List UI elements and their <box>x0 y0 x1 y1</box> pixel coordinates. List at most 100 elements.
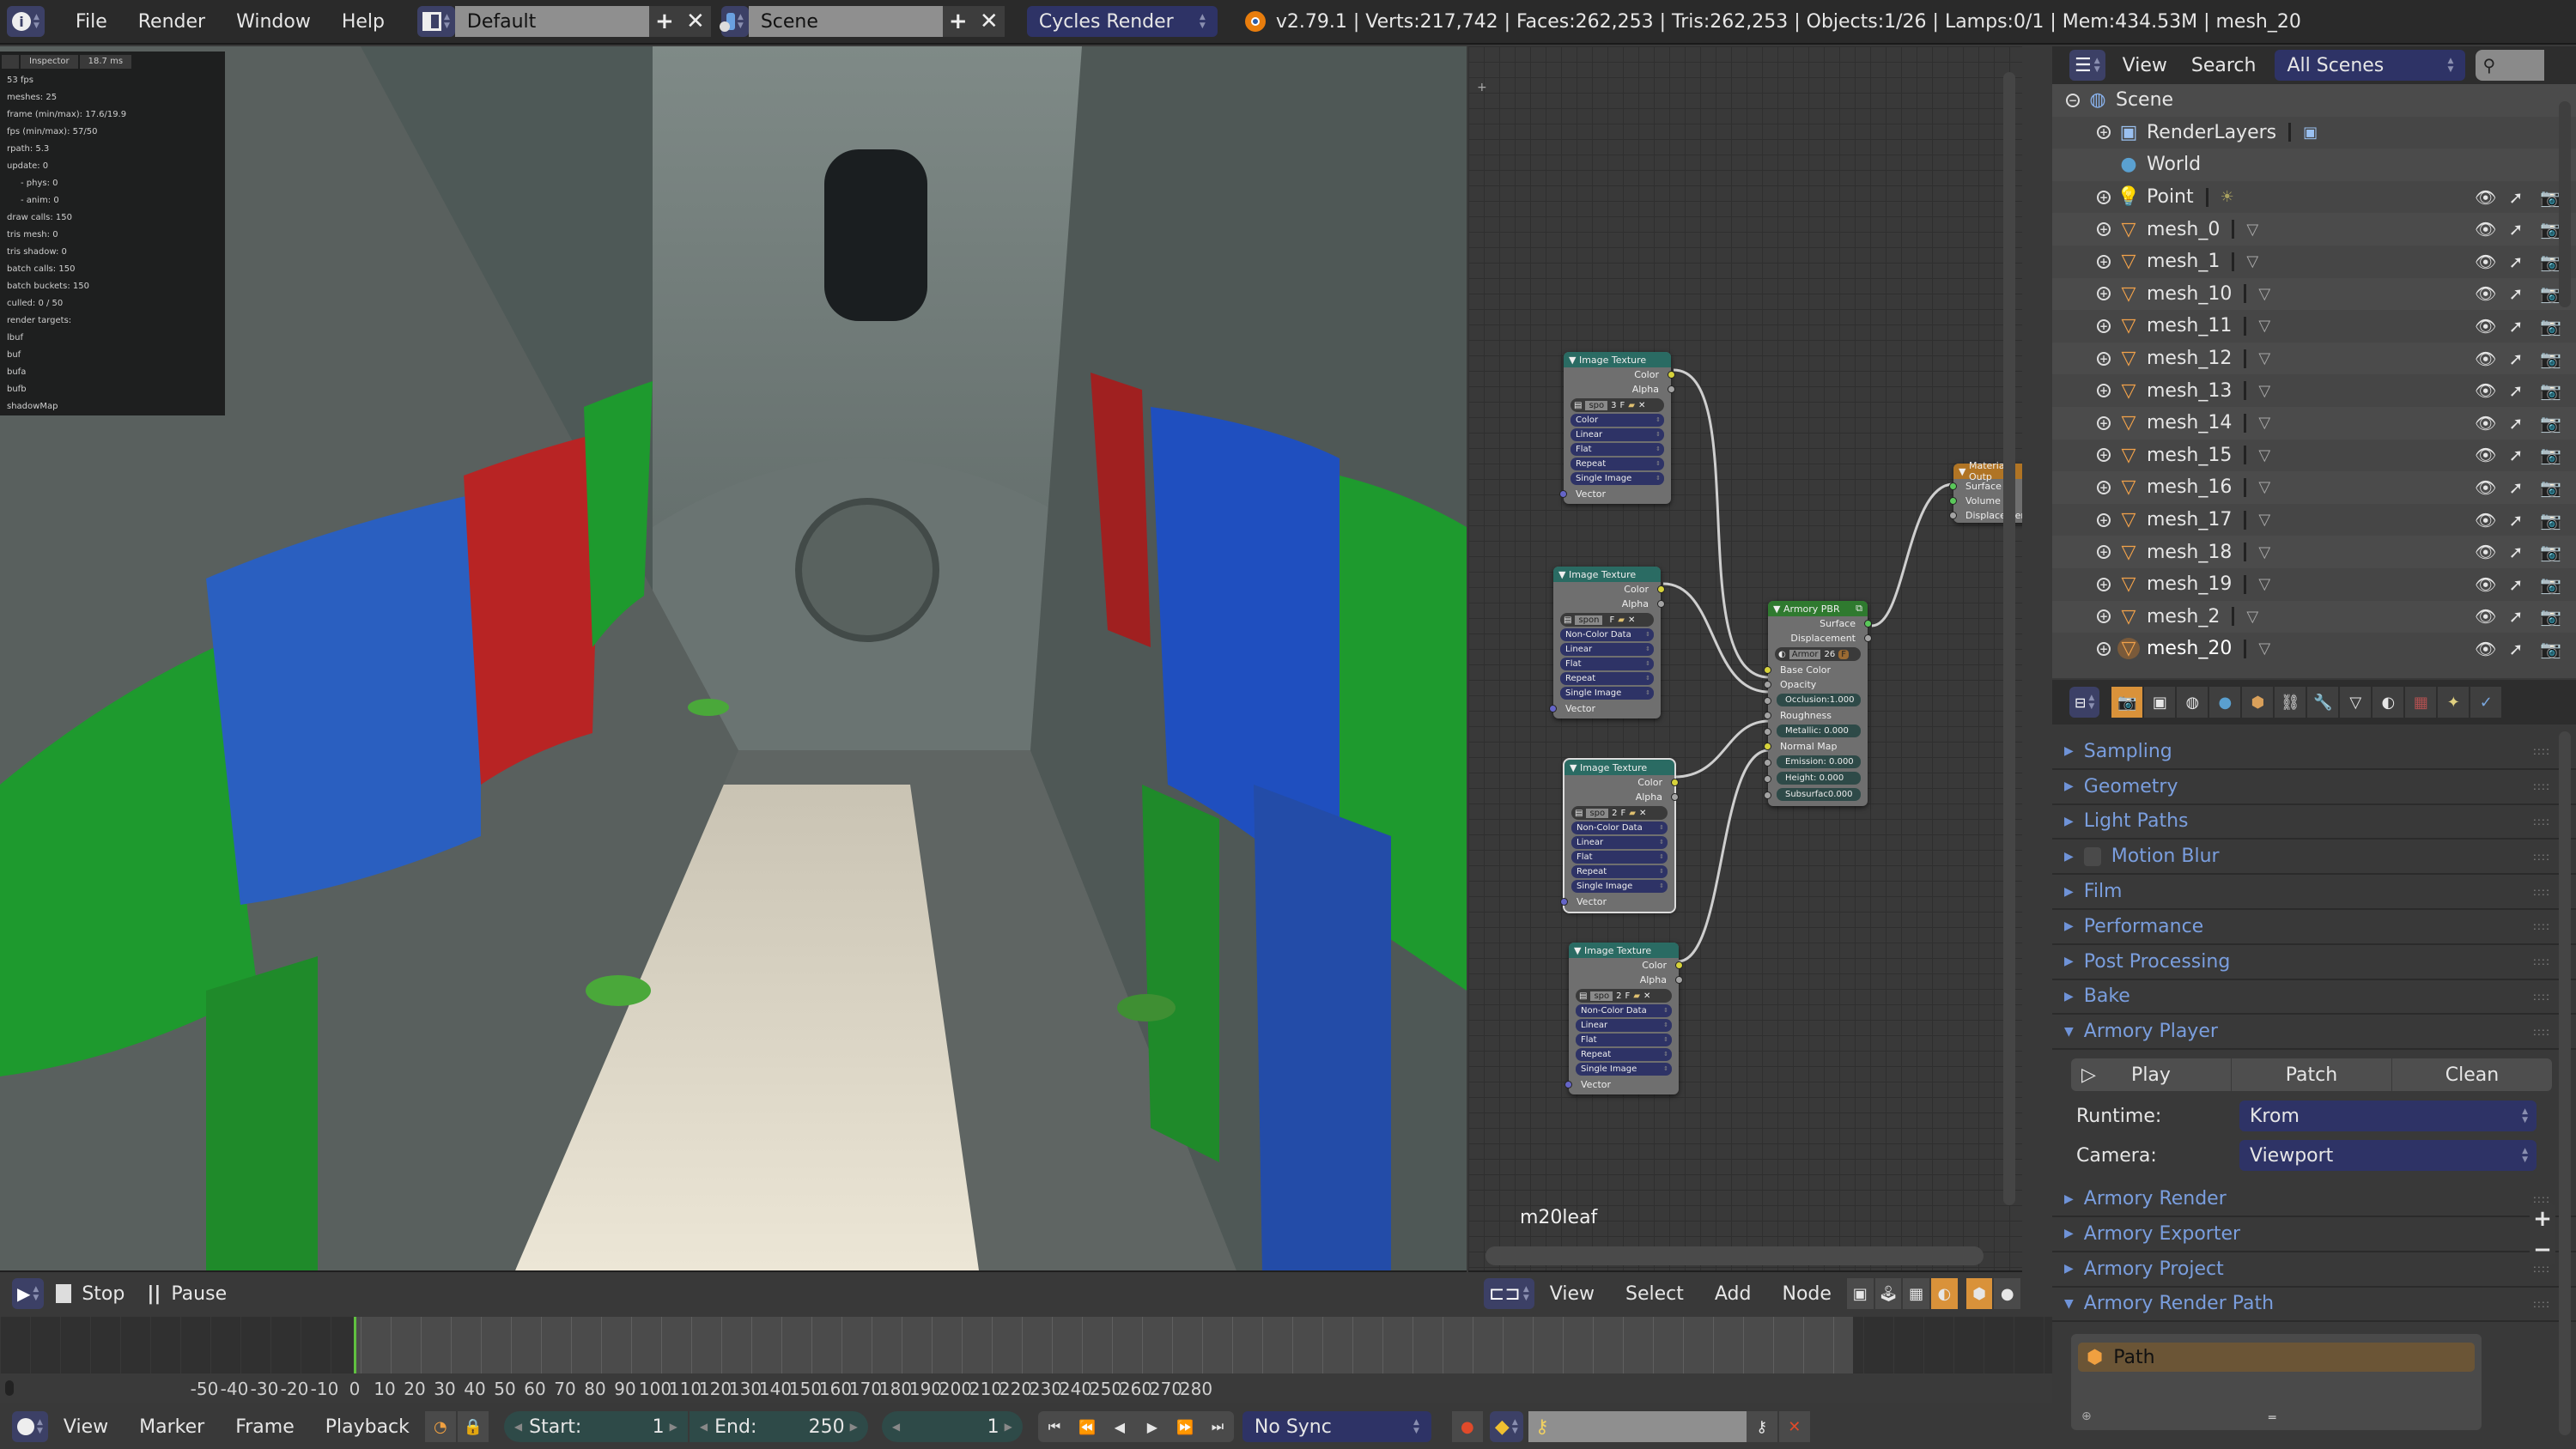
tab-data[interactable]: ▽ <box>2340 687 2372 718</box>
lock-range-button[interactable]: 🔒 <box>457 1411 489 1442</box>
render-camera-icon[interactable]: 📷 <box>2540 252 2561 272</box>
menu-help[interactable]: Help <box>326 11 400 33</box>
play-button[interactable]: ▶ <box>1136 1411 1169 1442</box>
eye-icon[interactable]: 👁 <box>2475 380 2496 401</box>
drag-handle-icon[interactable]: :::: <box>2533 815 2550 828</box>
open-file-icon[interactable]: ▰ <box>1628 401 1635 410</box>
expand-icon[interactable]: + <box>2097 190 2111 204</box>
open-file-icon[interactable]: ▰ <box>1633 991 1640 1001</box>
outliner-row-renderlayers[interactable]: + ▣ RenderLayers ▣ <box>2052 117 2576 149</box>
insert-keyframe-button[interactable]: ⚷ <box>1746 1411 1777 1442</box>
scene-field[interactable]: Scene <box>748 6 943 37</box>
node-enum-option[interactable]: Repeat ⇕ <box>1576 1048 1672 1061</box>
eye-icon[interactable]: 👁 <box>2475 252 2496 272</box>
mesh-data-icon[interactable]: ▽ <box>2258 446 2270 464</box>
outliner-scrollbar[interactable] <box>2559 101 2571 307</box>
motion-blur-checkbox[interactable] <box>2083 846 2101 866</box>
image-selector[interactable]: ▤ spo 2 F ▰ ✕ <box>1571 806 1668 820</box>
socket-dot[interactable] <box>1549 705 1557 712</box>
expand-icon[interactable]: + <box>2097 609 2111 624</box>
outliner-row-mesh-14[interactable]: + ▽ mesh_14 ▽ 👁 ➚ 📷 <box>2052 406 2576 440</box>
tab-modifiers[interactable]: 🔧 <box>2307 687 2339 718</box>
screen-layout-selector[interactable]: ▲ ▼ <box>416 6 455 37</box>
search-field[interactable]: ⚲ <box>2476 50 2545 81</box>
start-frame-field[interactable]: ◀ Start: 1 ▶ <box>503 1411 688 1442</box>
eye-icon[interactable]: 👁 <box>2475 542 2496 562</box>
node-enum-option[interactable]: Color ⇕ <box>1571 414 1664 427</box>
scene-selector[interactable]: ▲ ▼ <box>719 6 749 37</box>
material-selector[interactable]: ◐ Armor 26 F <box>1775 647 1861 661</box>
open-file-icon[interactable]: ▰ <box>1618 615 1625 625</box>
panel-geometry[interactable]: ▶ Geometry:::: <box>2052 770 2576 805</box>
panel-post-processing[interactable]: ▶ Post Processing:::: <box>2052 945 2576 980</box>
patch-button[interactable]: Patch <box>2232 1058 2392 1092</box>
drag-handle-icon[interactable]: :::: <box>2533 920 2550 932</box>
render-camera-icon[interactable]: 📷 <box>2540 477 2561 498</box>
cursor-select-icon[interactable]: ➚ <box>2507 639 2524 659</box>
subsurface-field[interactable]: Subsurfac0.000 <box>1777 788 1861 801</box>
cursor-select-icon[interactable]: ➚ <box>2507 574 2524 595</box>
panel-film[interactable]: ▶ Film:::: <box>2052 875 2576 910</box>
socket-dot[interactable] <box>1668 371 1675 379</box>
fake-user-button[interactable]: F <box>1620 401 1625 410</box>
render-camera-icon[interactable]: 📷 <box>2540 187 2561 208</box>
panel-armory-render[interactable]: ▶ Armory Render:::: <box>2052 1182 2576 1217</box>
eye-icon[interactable]: 👁 <box>2475 283 2496 304</box>
point-lamp-data-icon[interactable]: ☀ <box>2221 188 2234 206</box>
cursor-select-icon[interactable]: ➚ <box>2507 219 2524 239</box>
tab-object[interactable]: ⬢ <box>2242 687 2274 718</box>
eye-icon[interactable]: 👁 <box>2475 187 2496 208</box>
socket-dot[interactable] <box>1675 961 1683 969</box>
properties-scrollbar[interactable] <box>2559 731 2571 1435</box>
cursor-select-icon[interactable]: ➚ <box>2507 510 2524 530</box>
socket-dot[interactable] <box>1657 585 1665 593</box>
timeline[interactable]: -50 -40 -30 -20 -10 0 10 20 30 40 50 60 70 80 90 100 110… <box>0 1317 2052 1403</box>
cursor-select-icon[interactable]: ➚ <box>2507 413 2524 433</box>
menu-render[interactable]: Render <box>123 11 221 33</box>
drag-handle-icon[interactable]: :::: <box>2533 1298 2550 1310</box>
render-camera-icon[interactable]: 📷 <box>2540 542 2561 562</box>
image-selector[interactable]: ▤ spon F ▰ ✕ <box>1560 613 1654 627</box>
expand-icon[interactable]: + <box>2097 254 2111 269</box>
close-icon[interactable]: ✕ <box>1643 991 1650 1001</box>
menu-view[interactable]: View <box>2105 55 2179 76</box>
fake-user-button[interactable]: F <box>1621 809 1626 818</box>
expand-icon[interactable]: + <box>2097 641 2111 656</box>
node-enum-option[interactable]: Linear ⇕ <box>1576 1019 1672 1032</box>
outliner-row-mesh-2[interactable]: + ▽ mesh_2 ▽ 👁 ➚ 📷 <box>2052 600 2576 634</box>
tab-render[interactable]: 📷 <box>2111 687 2143 718</box>
render-camera-icon[interactable]: 📷 <box>2540 316 2561 336</box>
keying-mode-selector[interactable]: ◆ ▲ ▼ <box>1489 1411 1523 1442</box>
node-enum-option[interactable]: Single Image ⇕ <box>1571 880 1668 893</box>
outliner-row-mesh-15[interactable]: + ▽ mesh_15 ▽ 👁 ➚ 📷 <box>2052 440 2576 472</box>
mesh-data-icon[interactable]: ▽ <box>2258 382 2270 400</box>
camera-dropdown[interactable]: Viewport ▲ ▼ <box>2239 1140 2537 1172</box>
socket-dot[interactable] <box>1671 779 1679 786</box>
outliner-row-mesh-1[interactable]: + ▽ mesh_1 ▽ 👁 ➚ 📷 <box>2052 246 2576 278</box>
node-enum-option[interactable]: Flat ⇕ <box>1576 1034 1672 1046</box>
node-enum-option[interactable]: Flat ⇕ <box>1571 851 1668 864</box>
editor-type-properties-button[interactable]: ⊟ ▲ ▼ <box>2069 687 2100 718</box>
socket-dot[interactable] <box>1564 1081 1572 1088</box>
node-enum-option[interactable]: Single Image ⇕ <box>1560 687 1654 700</box>
panel-performance[interactable]: ▶ Performance:::: <box>2052 910 2576 945</box>
socket-dot[interactable] <box>1764 775 1771 783</box>
node-editor[interactable]: ▼ Image Texture Color Alpha ▤ spo 3 F ▰ ✕ Color ⇕ L… <box>1468 46 2022 1270</box>
occlusion-field[interactable]: Occlusion:1.000 <box>1777 694 1861 706</box>
render-camera-icon[interactable]: 📷 <box>2540 606 2561 627</box>
outliner-row-mesh-17[interactable]: + ▽ mesh_17 ▽ 👁 ➚ 📷 <box>2052 504 2576 537</box>
compositing-nodes-button[interactable]: ▣ <box>1846 1278 1874 1309</box>
expand-icon[interactable]: + <box>2097 351 2111 366</box>
image-selector[interactable]: ▤ spo 2 F ▰ ✕ <box>1576 989 1672 1003</box>
socket-dot[interactable] <box>1668 385 1675 393</box>
mesh-data-icon[interactable]: ▽ <box>2246 608 2258 626</box>
drag-handle-icon[interactable]: :::: <box>2533 886 2550 898</box>
drag-handle-icon[interactable]: :::: <box>2533 851 2550 863</box>
node-enum-option[interactable]: Non-Color Data ⇕ <box>1560 628 1654 641</box>
cursor-select-icon[interactable]: ➚ <box>2507 187 2524 208</box>
socket-dot[interactable] <box>1764 712 1771 719</box>
panel-armory-render-path[interactable]: ▼ Armory Render Path :::: <box>2052 1288 2576 1323</box>
cursor-select-icon[interactable]: ➚ <box>2507 316 2524 336</box>
current-frame-cursor[interactable] <box>354 1317 356 1373</box>
shader-nodes-button[interactable]: ◐ <box>1930 1278 1958 1309</box>
